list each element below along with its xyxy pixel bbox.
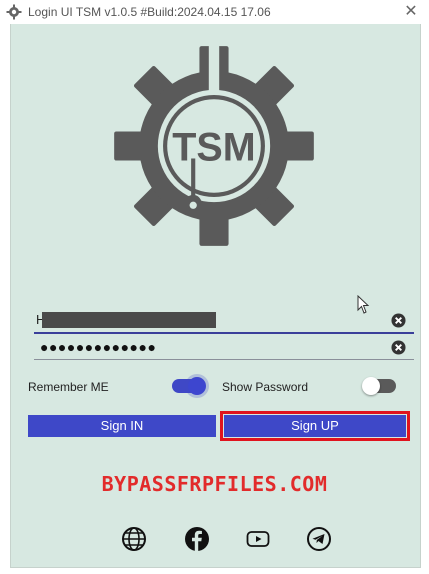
sign-in-button[interactable]: Sign IN — [28, 415, 216, 437]
show-password-label: Show Password — [222, 380, 309, 394]
redacted-username — [42, 312, 216, 328]
tsm-gear-logo: TSM — [114, 42, 314, 246]
username-input[interactable]: H — [34, 310, 414, 334]
remember-me-toggle[interactable] — [172, 377, 206, 395]
logo-text: TSM — [172, 126, 255, 170]
toggle-knob — [362, 377, 380, 395]
clear-circle-icon[interactable] — [391, 340, 406, 355]
password-value: ●●●●●●●●●●●●● — [40, 339, 157, 355]
window-title: Login UI TSM v1.0.5 #Build:2024.04.15 17… — [28, 5, 271, 19]
youtube-icon[interactable] — [245, 526, 271, 552]
sign-up-button[interactable]: Sign UP — [220, 411, 410, 441]
show-password-toggle[interactable] — [362, 377, 396, 395]
close-icon: ✕ — [404, 3, 418, 20]
app-gear-icon — [6, 4, 22, 20]
remember-me-label: Remember ME — [28, 380, 109, 394]
password-input[interactable]: ●●●●●●●●●●●●● — [34, 337, 414, 360]
globe-icon[interactable] — [121, 526, 147, 552]
telegram-icon[interactable] — [306, 526, 332, 552]
close-button[interactable]: ✕ — [401, 2, 421, 22]
toggle-knob — [188, 377, 206, 395]
watermark-text: BYPASSFRPFILES.COM — [101, 472, 328, 496]
facebook-icon[interactable] — [184, 526, 210, 552]
clear-circle-icon[interactable] — [391, 313, 406, 328]
title-bar: Login UI TSM v1.0.5 #Build:2024.04.15 17… — [0, 0, 429, 24]
